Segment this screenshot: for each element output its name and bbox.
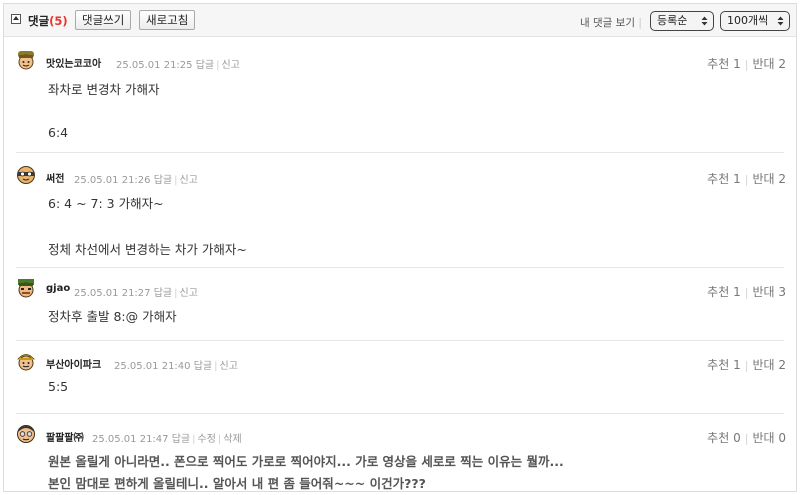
page-size-select-value: 100개씩	[727, 14, 769, 27]
sort-select[interactable]: 등록순	[650, 11, 714, 31]
comment-title: 댓글(5)	[28, 13, 68, 29]
comment-datetime: 25.05.01 21:25	[116, 60, 193, 71]
downvote-button[interactable]: 반대 2	[752, 57, 786, 71]
comment-item: 써전 25.05.01 21:26 답글 | 신고 추천 1 | 반대 2 6: 4 ~…	[4, 153, 796, 267]
upvote-label: 추천	[707, 57, 730, 71]
upvote-count: 1	[733, 172, 741, 186]
avatar-icon	[17, 166, 35, 184]
comment-author[interactable]: 팔팔팔㈜	[46, 429, 84, 444]
comment-author[interactable]: 부산아이파크	[46, 356, 101, 371]
comment-datetime: 25.05.01 21:47	[92, 434, 169, 445]
comment-datetime: 25.05.01 21:26	[74, 175, 151, 186]
upvote-count: 1	[733, 57, 741, 71]
downvote-label: 반대	[752, 358, 775, 372]
reply-link[interactable]: 답글	[172, 434, 190, 445]
comment-header: 댓글(5) 댓글쓰기 새로고침 내 댓글 보기 | 등록순 100개씩	[4, 4, 796, 37]
comment-item: gjao 25.05.01 21:27 답글 | 신고 추천 1 | 반대 3 정차후 …	[4, 268, 796, 340]
downvote-button[interactable]: 반대 2	[752, 358, 786, 372]
upvote-button[interactable]: 추천 1	[707, 172, 741, 186]
comment-meta: 25.05.01 21:26 답글 | 신고	[74, 175, 198, 186]
downvote-count: 2	[778, 172, 786, 186]
edit-link[interactable]: 수정	[198, 434, 216, 445]
comment-item: 맛있는코코아 25.05.01 21:25 답글 | 신고 추천 1 | 반대 2 좌차…	[4, 38, 796, 152]
upvote-button[interactable]: 추천 1	[707, 358, 741, 372]
vote-box: 추천 1 | 반대 3	[707, 285, 786, 299]
comment-author[interactable]: 써전	[46, 170, 64, 185]
comment-author[interactable]: 맛있는코코아	[46, 55, 101, 70]
downvote-label: 반대	[752, 57, 775, 71]
downvote-count: 0	[778, 431, 786, 445]
upvote-count: 1	[733, 285, 741, 299]
comment-text-line: 정체 차선에서 변경하는 차가 가해자~	[48, 242, 247, 257]
comment-text-line: 원본 올릴게 아니라면.. 폰으로 찍어도 가로로 찍어야지... 가로 영상을…	[48, 454, 564, 469]
comment-text-line: 정차후 출발 8:@ 가해자	[48, 309, 177, 324]
downvote-button[interactable]: 반대 2	[752, 172, 786, 186]
my-comments-label: 내 댓글 보기	[580, 17, 635, 29]
downvote-count: 3	[778, 285, 786, 299]
report-link[interactable]: 신고	[180, 175, 198, 186]
vote-box: 추천 1 | 반대 2	[707, 172, 786, 186]
avatar-icon	[17, 425, 35, 443]
comment-title-label: 댓글	[28, 14, 50, 28]
select-arrows-icon	[777, 16, 784, 26]
upvote-button[interactable]: 추천 1	[707, 285, 741, 299]
my-comments-link[interactable]: 내 댓글 보기 |	[580, 15, 642, 30]
report-link[interactable]: 신고	[180, 288, 198, 299]
downvote-button[interactable]: 반대 0	[752, 431, 786, 445]
upvote-count: 1	[733, 358, 741, 372]
downvote-count: 2	[778, 358, 786, 372]
comment-count: (5)	[49, 14, 68, 28]
delete-link[interactable]: 삭제	[223, 434, 241, 445]
comment-meta: 25.05.01 21:27 답글 | 신고	[74, 288, 198, 299]
avatar-icon	[18, 279, 34, 298]
downvote-button[interactable]: 반대 3	[752, 285, 786, 299]
upvote-count: 0	[733, 431, 741, 445]
upvote-label: 추천	[707, 172, 730, 186]
comment-text-line: 5:5	[48, 379, 69, 394]
comment-item: 팔팔팔㈜ 25.05.01 21:47 답글 | 수정 | 삭제 추천 0 | 반대 0 원…	[4, 414, 796, 491]
comment-text-line: 6:4	[48, 125, 69, 140]
page-size-select[interactable]: 100개씩	[720, 11, 790, 31]
upvote-button[interactable]: 추천 0	[707, 431, 741, 445]
upvote-label: 추천	[707, 431, 730, 445]
comment-meta: 25.05.01 21:40 답글 | 신고	[114, 361, 238, 372]
downvote-count: 2	[778, 57, 786, 71]
downvote-label: 반대	[752, 431, 775, 445]
collapse-toggle-icon[interactable]	[11, 14, 21, 24]
upvote-button[interactable]: 추천 1	[707, 57, 741, 71]
reply-link[interactable]: 답글	[154, 288, 172, 299]
select-arrows-icon	[701, 16, 708, 26]
vote-box: 추천 0 | 반대 0	[707, 431, 786, 445]
comment-text-line: 6: 4 ~ 7: 3 가해자~	[48, 196, 164, 211]
refresh-button[interactable]: 새로고침	[139, 10, 196, 30]
report-link[interactable]: 신고	[222, 60, 240, 71]
comment-meta: 25.05.01 21:47 답글 | 수정 | 삭제	[92, 434, 242, 445]
comment-datetime: 25.05.01 21:27	[74, 288, 151, 299]
vote-box: 추천 1 | 반대 2	[707, 57, 786, 71]
reply-link[interactable]: 답글	[194, 361, 212, 372]
vote-box: 추천 1 | 반대 2	[707, 358, 786, 372]
upvote-label: 추천	[707, 285, 730, 299]
downvote-label: 반대	[752, 172, 775, 186]
avatar-icon	[17, 354, 35, 371]
comment-item: 부산아이파크 25.05.01 21:40 답글 | 신고 추천 1 | 반대 2 5:…	[4, 341, 796, 413]
comment-section: 댓글(5) 댓글쓰기 새로고침 내 댓글 보기 | 등록순 100개씩 맛있는코…	[3, 3, 797, 492]
comment-datetime: 25.05.01 21:40	[114, 361, 191, 372]
report-link[interactable]: 신고	[220, 361, 238, 372]
comment-author[interactable]: gjao	[46, 283, 70, 294]
reply-link[interactable]: 답글	[154, 175, 172, 186]
downvote-label: 반대	[752, 285, 775, 299]
avatar-icon	[18, 51, 34, 70]
sort-select-value: 등록순	[657, 14, 688, 27]
comment-text-line: 좌차로 변경차 가해자	[48, 82, 160, 97]
comment-meta: 25.05.01 21:25 답글 | 신고	[116, 60, 240, 71]
comment-text-line: 본인 맘대로 편하게 올릴테니.. 알아서 내 편 좀 들어줘~~~ 이건가??…	[48, 476, 426, 491]
write-comment-button[interactable]: 댓글쓰기	[75, 10, 132, 30]
reply-link[interactable]: 답글	[196, 60, 214, 71]
upvote-label: 추천	[707, 358, 730, 372]
